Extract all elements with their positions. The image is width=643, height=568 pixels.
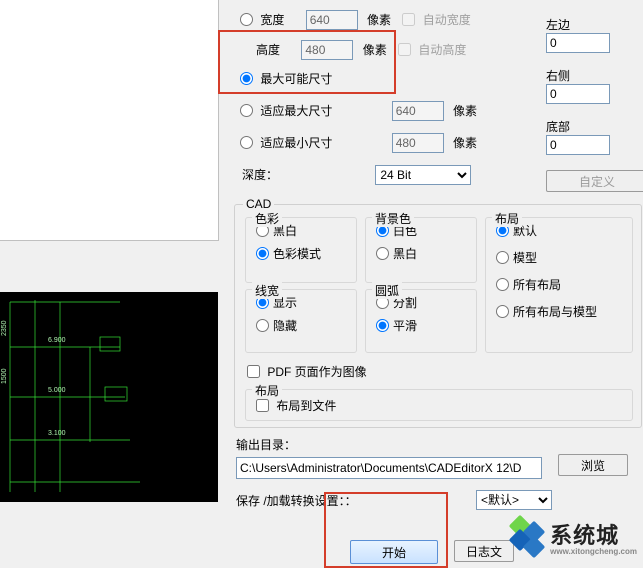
log-button[interactable]: 日志文 [454,540,514,562]
preset-select[interactable]: <默认> [476,490,552,510]
color-title: 色彩 [252,210,282,227]
auto-width-label: 自动宽度 [423,13,471,27]
cad-group: CAD 色彩 黑白 色彩模式 背景色 白色 黑白 布局 默认 模型 所有布局 所… [234,204,642,428]
fit-max-radio[interactable] [240,104,253,117]
auto-width-check [402,13,415,26]
lw-hide-radio[interactable] [256,319,269,332]
fit-max-input[interactable] [392,101,444,121]
width-label: 宽度 [260,13,284,27]
arc-group: 圆弧 分割 平滑 [365,289,477,353]
watermark-text: 系统城 [550,523,619,548]
svg-text:3.100: 3.100 [48,430,66,437]
output-dir-label: 输出目录： [236,436,542,453]
height-label: 高度 [256,43,280,57]
margin-bottom-input[interactable] [546,135,610,155]
logo-icon [508,518,548,556]
output-dir-input[interactable] [236,457,542,479]
bg-group: 背景色 白色 黑白 [365,217,477,283]
fit-min-unit: 像素 [453,136,477,150]
left-blank-panel [0,0,219,241]
margin-bottom-label: 底部 [546,118,584,135]
custom-button: 自定义 [546,170,643,192]
auto-height-check [398,43,411,56]
height-unit: 像素 [363,43,387,57]
fit-max-unit: 像素 [453,104,477,118]
max-possible-radio[interactable] [240,72,253,85]
arc-title: 圆弧 [372,282,402,299]
fit-min-label: 适应最小尺寸 [260,136,332,150]
fit-min-radio[interactable] [240,136,253,149]
lw-title: 线宽 [252,282,282,299]
svg-text:2350: 2350 [1,320,8,336]
layout-group: 布局 默认 模型 所有布局 所有布局与模型 [485,217,633,353]
layout-all-radio[interactable] [496,278,509,291]
start-button[interactable]: 开始 [350,540,438,564]
margin-left-label: 左边 [546,16,584,33]
svg-text:1500: 1500 [1,368,8,384]
save-load-label: 保存 /加载转换设置：： [236,492,357,509]
svg-text:6.900: 6.900 [48,337,66,344]
color-group: 色彩 黑白 色彩模式 [245,217,357,283]
layout-all-model-radio[interactable] [496,305,509,318]
svg-text:5.000: 5.000 [48,387,66,394]
margin-right-label: 右侧 [546,67,584,84]
auto-height-label: 自动高度 [418,43,466,57]
layout-to-file-check[interactable] [256,399,269,412]
width-unit: 像素 [367,13,391,27]
arc-smooth-radio[interactable] [376,319,389,332]
depth-label: 深度： [240,166,372,183]
layout-file-group: 布局 布局到文件 [245,389,633,421]
layout-model-radio[interactable] [496,251,509,264]
color-mode-radio[interactable] [256,247,269,260]
height-input[interactable] [301,40,353,60]
max-possible-label: 最大可能尺寸 [260,72,332,86]
lw-group: 线宽 显示 隐藏 [245,289,357,353]
margin-right-input[interactable] [546,84,610,104]
browse-button[interactable]: 浏览 [558,454,628,476]
cad-preview: 6.900 5.000 3.100 2350 1500 [0,292,218,502]
depth-select[interactable]: 24 Bit [375,165,471,185]
bg-black-radio[interactable] [376,247,389,260]
cad-group-title: CAD [243,197,274,211]
pdf-as-image-check[interactable] [247,365,260,378]
fit-min-input[interactable] [392,133,444,153]
width-radio[interactable] [240,13,253,26]
width-input[interactable] [306,10,358,30]
watermark-sub: www.xitongcheng.com [550,547,637,556]
fit-max-label: 适应最大尺寸 [260,104,332,118]
bg-title: 背景色 [372,210,414,227]
layout-title: 布局 [492,210,522,227]
margin-left-input[interactable] [546,33,610,53]
layout-to-file-label: 布局到文件 [276,399,336,413]
pdf-as-image-label: PDF 页面作为图像 [267,365,366,379]
watermark: 系统城 www.xitongcheng.com [508,518,637,556]
